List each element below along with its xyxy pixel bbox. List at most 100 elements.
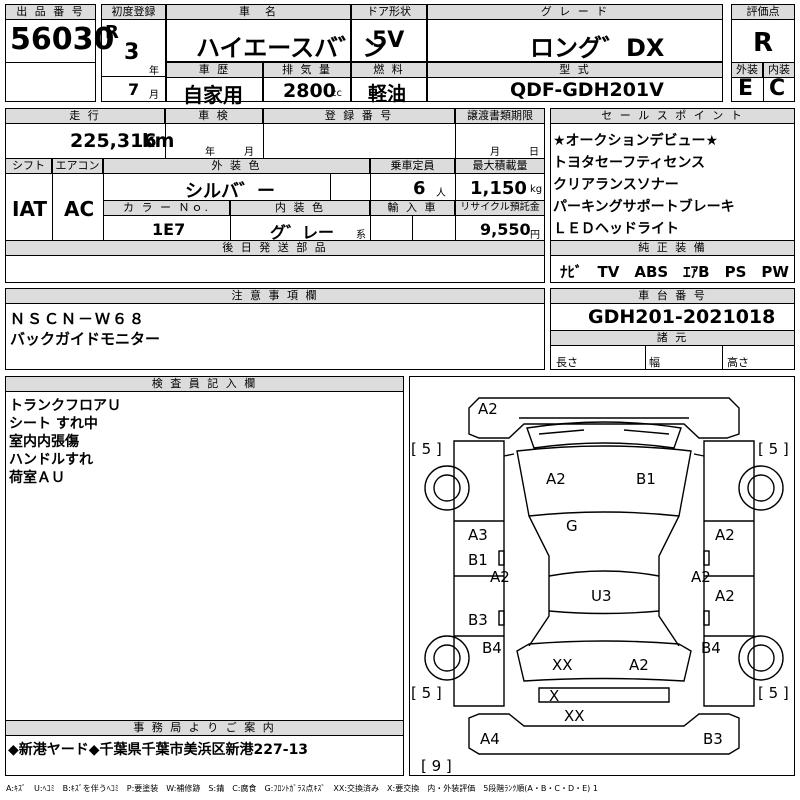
kei-unit: 系 xyxy=(356,230,366,241)
chassis-number: GDH201-2021018 xyxy=(588,306,776,328)
office-text: ◆新港ヤード◆千葉県千葉市美浜区新港227-13 xyxy=(8,742,309,758)
yen-unit: 円 xyxy=(530,230,540,241)
car-name-label: 車 名 xyxy=(166,4,351,20)
ac-label: エアコン xyxy=(52,158,103,174)
plate-label: 登 録 番 号 xyxy=(263,108,455,124)
damage-mark: A4 xyxy=(480,730,500,748)
grade-label: グ レ ー ド xyxy=(427,4,723,20)
damage-mark: XX xyxy=(552,656,573,674)
cc-unit: cc xyxy=(331,88,342,99)
damage-mark: B3 xyxy=(703,730,723,748)
registration-year: 3 xyxy=(124,40,140,65)
grade: ロング゛DX xyxy=(530,34,665,62)
era: R xyxy=(105,22,119,43)
sales-point-3: クリアランスソナー xyxy=(553,177,679,193)
damage-mark: A2 xyxy=(691,568,711,586)
note-line-1: ＮＳＣＮ－Ｗ６８ xyxy=(10,310,147,328)
damage-mark: A2 xyxy=(490,568,510,586)
car-diagram xyxy=(424,397,784,755)
bracket-right-top: [ 5 ] xyxy=(758,440,789,458)
car-history: 自家用 xyxy=(183,83,243,107)
door-type: 5V xyxy=(372,28,405,53)
damage-mark: A2 xyxy=(715,526,735,544)
import-label: 輸 入 車 xyxy=(370,200,455,216)
transfer-month-unit: 月 xyxy=(490,147,500,158)
transfer-day-unit: 日 xyxy=(529,147,539,158)
lot-number: 56030 xyxy=(10,22,115,57)
later-parts-label: 後 日 発 送 部 品 xyxy=(5,240,545,256)
sales-point-2: トヨタセーフティセンス xyxy=(553,155,706,171)
inspection-label: 車 検 xyxy=(165,108,263,124)
interior-score: C xyxy=(769,76,786,101)
interior-color-label: 内 装 色 xyxy=(230,200,370,216)
bracket-left-bottom: [ 5 ] xyxy=(411,684,442,702)
damage-mark: A3 xyxy=(468,526,488,544)
max-load: 1,150 xyxy=(470,178,527,199)
damage-mark: A2 xyxy=(715,587,735,605)
length-label: 長さ xyxy=(556,356,578,369)
bracket-right-bottom: [ 5 ] xyxy=(758,684,789,702)
damage-mark: U3 xyxy=(591,587,612,605)
maxload-label: 最大積載量 xyxy=(455,158,545,174)
score: R xyxy=(753,28,774,58)
inspector-line-2: シート すれ中 xyxy=(9,416,98,432)
month-unit: 月 xyxy=(149,90,159,101)
damage-mark: B4 xyxy=(701,639,721,657)
recycle-label: リサイクル預託金 xyxy=(455,200,545,216)
inspection-month-unit: 月 xyxy=(244,147,254,158)
inspector-line-1: トランクフロアＵ xyxy=(9,398,121,414)
registration-month: 7 xyxy=(128,80,140,99)
capacity-label: 乗車定員 xyxy=(370,158,455,174)
history-label: 車 歴 xyxy=(166,62,263,78)
notes-label: 注 意 事 項 欄 xyxy=(5,288,545,304)
transfer-label: 譲渡書類期限 xyxy=(455,108,545,124)
damage-mark: X xyxy=(549,687,560,705)
color-no-label: カ ラ ー Ｎｏ. xyxy=(103,200,230,216)
color-number: 1E7 xyxy=(152,220,186,239)
first-registration-label: 初度登録 xyxy=(101,4,166,20)
fuel: 軽油 xyxy=(368,83,407,105)
kg-unit: kg xyxy=(530,184,543,195)
color-label: 外 装 色 xyxy=(103,158,370,174)
equipment-label: 純 正 装 備 xyxy=(550,240,795,256)
model: QDF-GDH201V xyxy=(510,79,664,101)
damage-mark: G xyxy=(566,517,578,535)
damage-mark: B3 xyxy=(468,611,488,629)
shift-label: シフト xyxy=(5,158,52,174)
recycle-deposit: 9,550 xyxy=(480,220,531,239)
capacity-unit: 人 xyxy=(436,188,446,199)
bracket-left-top: [ 5 ] xyxy=(411,440,442,458)
chassis-label: 車 台 番 号 xyxy=(550,288,795,304)
shift: IAT xyxy=(12,197,48,221)
office-label: 事 務 局 よ り ご 案 内 xyxy=(5,720,404,736)
inspector-line-3: 室内内張傷 xyxy=(9,434,79,450)
sales-point-5: ＬＥＤヘッドライト xyxy=(553,221,679,237)
damage-mark: B4 xyxy=(482,639,502,657)
inspector-label: 検 査 員 記 入 欄 xyxy=(5,376,404,392)
exterior-score: E xyxy=(738,76,754,101)
inspector-line-5: 荷室ＡＵ xyxy=(9,470,65,486)
damage-mark: B1 xyxy=(636,470,656,488)
height-label: 高さ xyxy=(727,356,749,369)
air-conditioner: AC xyxy=(64,197,95,221)
capacity: 6 xyxy=(413,178,426,199)
sales-point-1: ★オークションデビュー★ xyxy=(553,133,719,149)
bracket-bottom: [ 9 ] xyxy=(421,757,452,775)
sales-point-4: パーキングサポートブレーキ xyxy=(553,199,735,215)
note-line-2: バックガイドモニター xyxy=(10,330,161,348)
displacement: 2800 xyxy=(283,80,336,102)
km-unit: km xyxy=(142,130,175,152)
score-label: 評価点 xyxy=(731,4,795,20)
year-unit: 年 xyxy=(149,66,159,77)
lot-number-label: 出 品 番 号 xyxy=(5,4,96,20)
inspector-line-4: ハンドルすれ xyxy=(9,452,93,468)
fuel-label: 燃 料 xyxy=(351,62,427,78)
dims-label: 諸 元 xyxy=(550,330,795,346)
width-label: 幅 xyxy=(649,356,660,369)
damage-mark: A2 xyxy=(546,470,566,488)
damage-mark: XX xyxy=(564,707,585,725)
sales-points-label: セ ー ル ス ポ イ ン ト xyxy=(550,108,795,124)
inspection-year-unit: 年 xyxy=(205,147,215,158)
door-label: ドア形状 xyxy=(351,4,427,20)
model-label: 型 式 xyxy=(427,62,723,78)
